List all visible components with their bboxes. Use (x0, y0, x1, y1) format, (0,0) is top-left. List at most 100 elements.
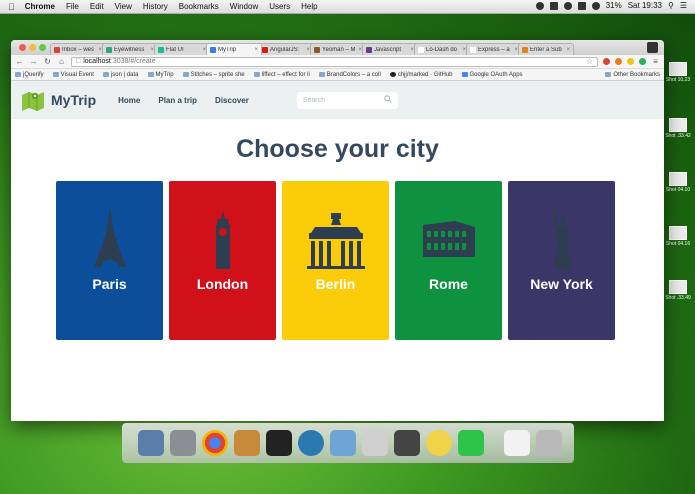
apple-icon[interactable]:  (8, 2, 15, 12)
bookmark-item[interactable]: Stitches – sprite she (182, 72, 245, 78)
browser-tab[interactable]: AngularJS: × (258, 43, 314, 55)
file-thumbnail-icon (669, 172, 687, 186)
sublime-text-icon[interactable] (234, 430, 260, 456)
browser-tab[interactable]: MyTrip × (206, 43, 262, 55)
evernote-extension-icon[interactable] (639, 58, 646, 65)
url-path: :3038/#/create (110, 58, 156, 65)
volume-icon[interactable] (591, 1, 600, 10)
documents-icon[interactable] (504, 430, 530, 456)
close-window-button[interactable] (19, 44, 26, 51)
menu-edit[interactable]: Edit (90, 2, 104, 11)
file-thumbnail-icon (669, 118, 687, 132)
line-app-icon[interactable] (458, 430, 484, 456)
desktop-file[interactable]: Shot .33.42 (663, 118, 693, 139)
tab-label: Javascript (374, 46, 402, 53)
logo-text: MyTrip (51, 92, 97, 108)
browser-tab[interactable]: Inbox – wes × (50, 43, 106, 55)
home-icon[interactable]: ⌂ (57, 57, 66, 66)
favicon-icon (366, 46, 372, 53)
system-preferences-icon[interactable] (170, 430, 196, 456)
favicon-icon (158, 46, 164, 53)
browser-tab[interactable]: Flat UI × (154, 43, 210, 55)
desktop-file[interactable]: Shot 04.10 (663, 172, 693, 193)
app-store-icon[interactable] (298, 430, 324, 456)
extension-icon[interactable] (627, 58, 634, 65)
clock[interactable]: Sat 19:33 (628, 1, 662, 10)
bookmark-item[interactable]: Visual Event (52, 72, 94, 78)
browser-tab[interactable]: Yeoman – M × (310, 43, 366, 55)
browser-tab[interactable]: Enter a Sub × (518, 43, 574, 55)
city-card-rome[interactable]: Rome (395, 181, 502, 340)
battery-percent[interactable]: 31% (606, 1, 622, 10)
preview-icon[interactable] (330, 430, 356, 456)
browser-tab[interactable]: Eyewitness × (102, 43, 158, 55)
city-card-new-york[interactable]: New York (508, 181, 615, 340)
menu-app[interactable]: Chrome (25, 2, 55, 11)
menu-history[interactable]: History (143, 2, 168, 11)
favicon-icon (210, 46, 216, 53)
bookmark-folder[interactable]: MyTrip (147, 72, 174, 78)
reload-icon[interactable]: ↻ (43, 57, 52, 66)
browser-tab[interactable]: Express – a × (466, 43, 522, 55)
colorzilla-extension-icon[interactable] (615, 58, 622, 65)
tab-label: Yeoman – M (322, 46, 356, 53)
file-thumbnail-icon (669, 62, 687, 76)
browser-tab[interactable]: Lo-Dash do × (414, 43, 470, 55)
gmail-extension-icon[interactable] (603, 58, 610, 65)
nav-home[interactable]: Home (118, 96, 140, 105)
menu-icon[interactable]: ≡ (651, 57, 660, 66)
desktop-file[interactable]: Shot 04.16 (663, 226, 693, 247)
logo[interactable]: MyTrip (21, 89, 96, 111)
menu-help[interactable]: Help (301, 2, 317, 11)
page-icon: □ (76, 58, 81, 65)
address-bar[interactable]: □ localhost:3038/#/create ☆ (71, 56, 598, 67)
minimize-window-button[interactable] (29, 44, 36, 51)
bookmark-item[interactable]: chjj/marked · GitHub (389, 72, 453, 78)
bookmark-folder[interactable]: json | data (102, 72, 139, 78)
city-card-london[interactable]: London (169, 181, 276, 340)
browser-tab[interactable]: Javascript × (362, 43, 418, 55)
bookmark-item[interactable]: BrandColors – a coll (318, 72, 381, 78)
bookmark-item[interactable]: liffect – effect for li (253, 72, 310, 78)
banana-app-icon[interactable] (426, 430, 452, 456)
big-ben-icon (215, 211, 230, 269)
desktop-file[interactable]: Shot .33.49 (663, 280, 693, 301)
terminal-icon[interactable] (266, 430, 292, 456)
search-input[interactable]: Search (296, 91, 398, 109)
forward-icon[interactable]: → (29, 57, 38, 66)
bookmark-item[interactable]: jQuerify (15, 72, 44, 78)
time-machine-icon[interactable] (563, 1, 572, 10)
menu-window[interactable]: Window (230, 2, 258, 11)
other-bookmarks[interactable]: Other Bookmarks (605, 72, 660, 78)
nav-discover[interactable]: Discover (215, 96, 249, 105)
city-card-berlin[interactable]: Berlin (282, 181, 389, 340)
wifi-icon[interactable] (577, 1, 586, 10)
bookmark-item[interactable]: Google OAuth Apps (461, 72, 523, 78)
notifications-icon[interactable]: ☰ (680, 1, 687, 10)
desktop-file[interactable]: Shot 10.23 (663, 62, 693, 83)
trash-icon[interactable] (536, 430, 562, 456)
spotlight-icon[interactable]: ⚲ (668, 1, 674, 10)
bookmark-star-icon[interactable]: ☆ (586, 57, 593, 66)
dropbox-icon[interactable] (535, 1, 544, 10)
city-name: London (196, 276, 249, 292)
profile-icon[interactable] (647, 42, 658, 53)
tab-close-icon[interactable]: × (566, 47, 570, 53)
menu-file[interactable]: File (66, 2, 79, 11)
finder-icon[interactable] (138, 430, 164, 456)
calculator-icon[interactable] (394, 430, 420, 456)
chrome-icon[interactable] (202, 430, 228, 456)
skype-icon[interactable] (549, 1, 558, 10)
back-icon[interactable]: ← (15, 57, 24, 66)
zoom-window-button[interactable] (39, 44, 46, 51)
city-card-paris[interactable]: Paris (56, 181, 163, 340)
search-icon[interactable] (384, 95, 392, 105)
tab-close-icon[interactable]: × (254, 47, 258, 53)
eiffel-tower-icon (93, 211, 126, 267)
nav-plan-a-trip[interactable]: Plan a trip (158, 96, 197, 105)
photos-icon[interactable] (362, 430, 388, 456)
menu-users[interactable]: Users (269, 2, 290, 11)
menu-view[interactable]: View (115, 2, 132, 11)
file-thumbnail-icon (669, 226, 687, 240)
menu-bookmarks[interactable]: Bookmarks (179, 2, 219, 11)
